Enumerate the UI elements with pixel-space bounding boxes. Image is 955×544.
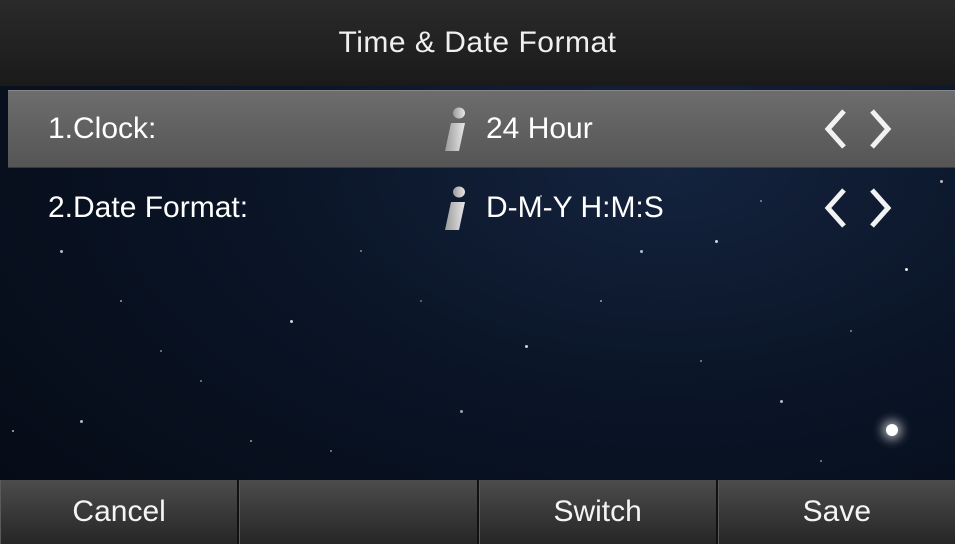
page-title: Time & Date Format (338, 26, 617, 59)
save-button[interactable]: Save (717, 480, 955, 544)
setting-value-clock: 24 Hour (486, 112, 593, 145)
cancel-button[interactable]: Cancel (0, 480, 240, 544)
switch-button[interactable]: Switch (478, 480, 718, 544)
chevron-left-icon[interactable] (822, 107, 850, 151)
title-bar: Time & Date Format (0, 0, 955, 86)
setting-label-clock: 1.Clock: (48, 112, 157, 145)
setting-label-date-format: 2.Date Format: (48, 191, 249, 224)
softkey-bar: Cancel Switch Save (0, 480, 955, 544)
info-icon (445, 186, 465, 230)
setting-row-clock[interactable]: 1.Clock: 24 Hour (8, 90, 955, 168)
empty-softkey[interactable] (239, 480, 479, 544)
chevron-left-icon[interactable] (822, 186, 850, 230)
setting-row-date-format[interactable]: 2.Date Format: D-M-Y H:M:S (8, 170, 955, 246)
chevron-right-icon[interactable] (866, 186, 894, 230)
chevron-right-icon[interactable] (866, 107, 894, 151)
info-icon (445, 107, 465, 151)
phone-screen: Time & Date Format 1.Clock: 24 Hour 2.Da… (0, 0, 955, 544)
setting-value-date-format: D-M-Y H:M:S (486, 191, 664, 224)
